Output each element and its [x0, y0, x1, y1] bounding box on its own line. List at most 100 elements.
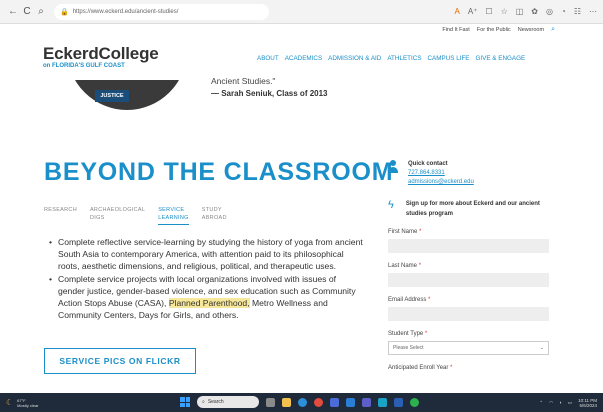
site-search-icon[interactable]: ⌕ [551, 26, 555, 34]
text-size-icon[interactable]: A⁺ [468, 7, 478, 16]
enroll-year-label: Anticipated Enroll Year * [388, 365, 453, 371]
spotify-icon[interactable] [410, 397, 419, 407]
system-tray: ⌃ ◠ ◖ ▭ 10:11 PM 5/6/2024 [539, 398, 597, 408]
browser-extensions: A A⁺ ☐ ☆ ◫ ✿ ◎ ◔ ☷ ⋯ [454, 7, 597, 16]
tab-service-learning[interactable]: SERVICE LEARNING [158, 206, 189, 225]
back-icon[interactable]: ← [6, 6, 20, 17]
bullet-text: Complete reflective service-learning by … [58, 237, 363, 272]
highlighted-text: Planned Parenthood, [168, 298, 250, 309]
nav-academics[interactable]: ACADEMICS [285, 55, 322, 62]
taskbar-search[interactable]: ⌕ Search [197, 396, 259, 408]
site-header: EckerdCollege on FLORIDA'S GULF COAST AB… [0, 36, 603, 80]
section-tabs: RESEARCH ARCHAEOLOGICAL DIGS SERVICE LEA… [44, 206, 227, 225]
more-icon[interactable]: ⋯ [589, 7, 597, 16]
taskbar-apps: ⌕ Search [180, 396, 419, 408]
first-name-field[interactable] [388, 239, 549, 253]
justice-badge: JUSTICE [95, 90, 129, 102]
logo-wordmark: EckerdCollege [43, 44, 159, 63]
last-name-label: Last Name * [388, 263, 422, 269]
split-screen-icon[interactable]: ☐ [485, 7, 492, 16]
student-type-label: Student Type * [388, 331, 428, 337]
signup-prompt: ϟ Sign up for more about Eckerd and our … [388, 199, 550, 219]
tab-label: RESEARCH [44, 207, 77, 213]
search-icon[interactable]: ⌕ [34, 6, 48, 17]
nav-campus-life[interactable]: CAMPUS LIFE [428, 55, 470, 62]
nav-athletics[interactable]: ATHLETICS [387, 55, 421, 62]
battery-icon[interactable]: ▭ [568, 400, 572, 406]
nav-about[interactable]: ABOUT [257, 55, 279, 62]
task-view-icon[interactable] [266, 397, 275, 407]
contact-title: Quick contact [408, 161, 448, 167]
signup-text: Sign up for more about Eckerd and our an… [405, 201, 540, 217]
student-type-select[interactable]: Please Select ⌄ [388, 341, 549, 355]
util-link-for-the-public[interactable]: For the Public [477, 27, 511, 33]
tab-label: DIGS [89, 215, 105, 221]
refresh-icon[interactable]: C [20, 6, 34, 17]
photos-icon[interactable] [378, 397, 387, 407]
nav-admission-aid[interactable]: ADMISSION & AID [328, 55, 381, 62]
main-nav: ABOUT ACADEMICS ADMISSION & AID ATHLETIC… [257, 55, 525, 62]
favorites-list-icon[interactable]: ✿ [531, 7, 538, 16]
person-icon [388, 160, 398, 174]
address-bar[interactable]: 🔒 https://www.eckerd.edu/ancient-studies… [54, 3, 269, 20]
email-field[interactable] [388, 307, 549, 321]
chevron-up-icon[interactable]: ⌃ [539, 400, 543, 406]
clock[interactable]: 10:11 PM 5/6/2024 [578, 398, 597, 408]
flickr-button[interactable]: SERVICE PICS ON FLICKR [44, 348, 196, 374]
list-item: Complete reflective service-learning by … [49, 236, 365, 273]
utility-nav: Find It Fast For the Public Newsroom ⌕ [0, 24, 603, 36]
tab-research[interactable]: RESEARCH [44, 206, 77, 225]
word-icon[interactable] [394, 397, 403, 407]
tab-label: STUDY [201, 207, 222, 213]
phone-link[interactable]: 727.864.8331 [408, 169, 474, 178]
search-icon: ⌕ [202, 399, 205, 405]
volume-icon[interactable]: ◖ [559, 400, 562, 405]
weather-widget[interactable]: 67°F Mostly clear [17, 398, 38, 408]
tab-label: ARCHAEOLOGICAL [89, 207, 146, 213]
extensions-icon[interactable]: ◎ [546, 7, 553, 16]
tabs-icon[interactable]: ◫ [516, 7, 524, 16]
select-value: Please Select [393, 345, 424, 351]
quick-contact: Quick contact 727.864.8331 admissions@ec… [388, 160, 550, 187]
history-icon[interactable]: ◔ [561, 7, 566, 16]
wifi-icon[interactable]: ◠ [549, 400, 553, 406]
tab-label: SERVICE [158, 207, 185, 213]
service-learning-list: Complete reflective service-learning by … [49, 236, 365, 321]
util-link-find-it-fast[interactable]: Find It Fast [442, 27, 470, 33]
tab-label: ABROAD [201, 215, 227, 221]
store-icon[interactable] [330, 397, 339, 407]
read-aloud-icon[interactable]: A [454, 7, 459, 16]
nav-give-engage[interactable]: GIVE & ENGAGE [476, 55, 526, 62]
weather-desc: Mostly clear [17, 402, 39, 408]
file-explorer-icon[interactable] [282, 397, 291, 407]
testimonial-author: — Sarah Seniuk, Class of 2013 [211, 89, 328, 98]
edge-icon[interactable] [298, 397, 307, 407]
clock-date: 5/6/2024 [579, 402, 597, 408]
site-logo[interactable]: EckerdCollege on FLORIDA'S GULF COAST [43, 44, 159, 69]
windows-start-icon[interactable] [180, 397, 190, 407]
tab-archaeological-digs[interactable]: ARCHAEOLOGICAL DIGS [90, 206, 145, 225]
teams-icon[interactable] [362, 397, 371, 407]
taskbar-search-label: Search [207, 399, 224, 405]
favorite-icon[interactable]: ☆ [501, 7, 508, 16]
first-name-label: First Name * [388, 229, 422, 235]
lightning-icon: ϟ [388, 199, 394, 211]
list-item: Complete service projects with local org… [49, 273, 365, 322]
weather-icon[interactable]: ☾ [6, 398, 13, 407]
email-link[interactable]: admissions@eckerd.edu [408, 178, 474, 187]
tab-label: LEARNING [158, 215, 189, 221]
last-name-field[interactable] [388, 273, 549, 287]
mail-icon[interactable] [346, 397, 355, 407]
profile-icon[interactable]: ☷ [574, 7, 581, 16]
windows-taskbar: ☾ 67°F Mostly clear ⌕ Search ⌃ ◠ ◖ ▭ 10:… [0, 393, 603, 412]
util-link-newsroom[interactable]: Newsroom [518, 27, 544, 33]
chevron-down-icon: ⌄ [539, 345, 544, 351]
testimonial-quote: Ancient Studies." [211, 76, 276, 86]
url-text: https://www.eckerd.edu/ancient-studies/ [72, 8, 179, 15]
hero-photo [75, 80, 185, 110]
lock-icon: 🔒 [60, 8, 69, 16]
chrome-icon[interactable] [314, 397, 323, 407]
hero-image: JUSTICE [75, 80, 185, 113]
section-title: BEYOND THE CLASSROOM [44, 158, 394, 186]
tab-study-abroad[interactable]: STUDY ABROAD [202, 206, 227, 225]
